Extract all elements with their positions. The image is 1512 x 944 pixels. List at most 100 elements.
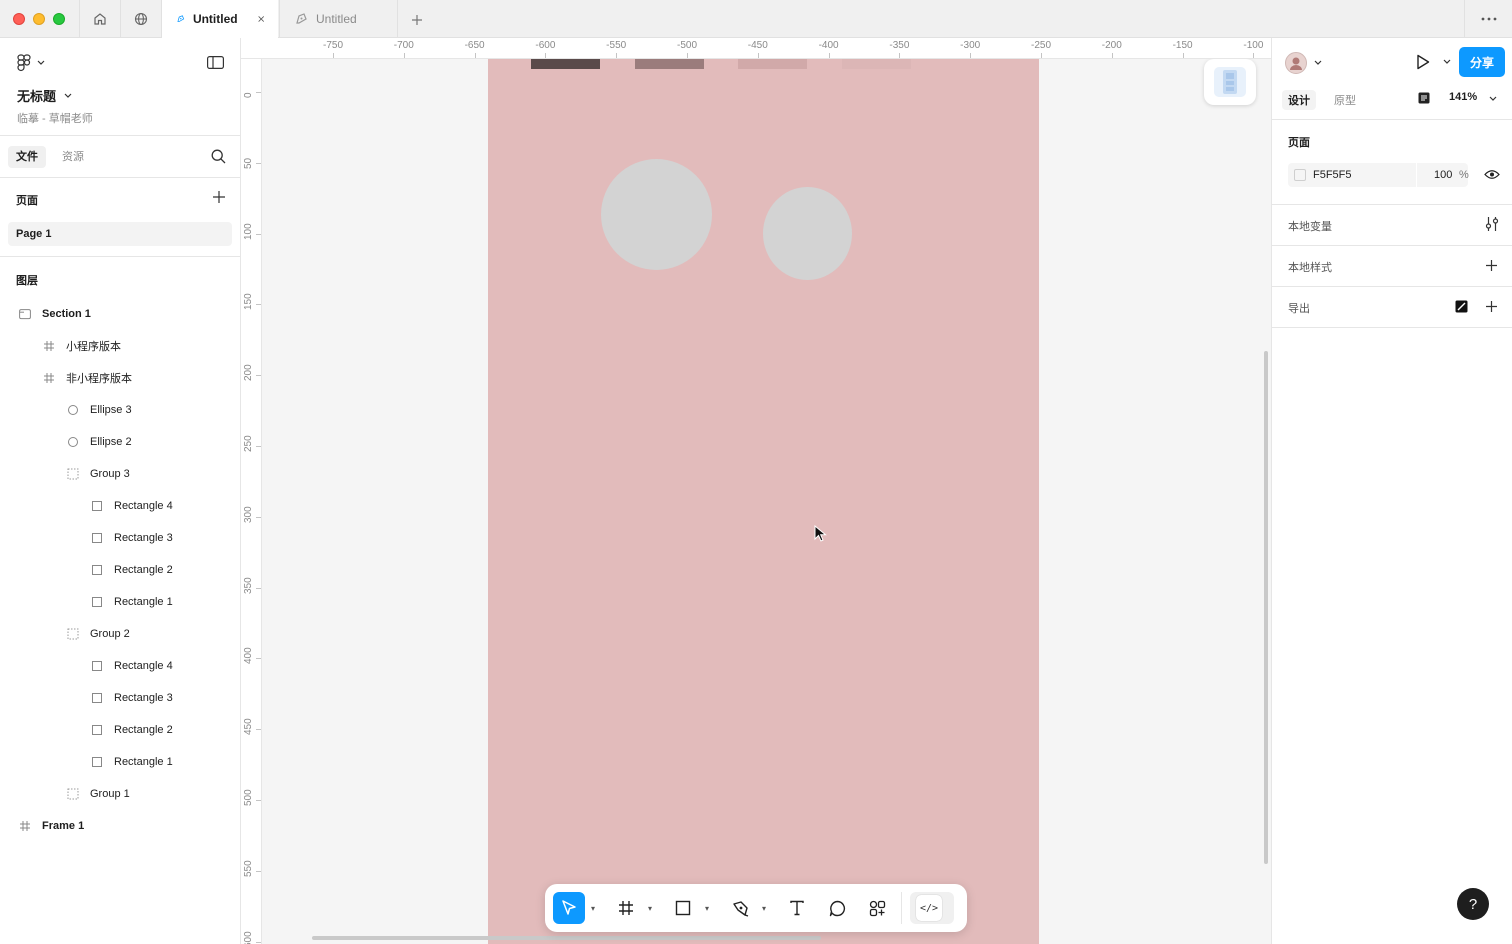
rectangle-icon [90, 563, 104, 577]
community-button[interactable] [120, 0, 160, 38]
chevron-down-icon[interactable]: ▾ [762, 904, 766, 913]
layer-item[interactable]: Rectangle 2 [90, 560, 173, 580]
home-button[interactable] [79, 0, 119, 38]
horizontal-scrollbar[interactable] [312, 936, 821, 940]
fill-opacity-value[interactable]: 100 [1434, 169, 1452, 181]
tab-files[interactable]: 文件 [8, 146, 46, 168]
export-settings-button[interactable] [1455, 300, 1468, 316]
layer-item[interactable]: Ellipse 2 [66, 432, 132, 452]
close-window-button[interactable] [13, 13, 25, 25]
layer-item[interactable]: Rectangle 3 [90, 688, 173, 708]
move-tool-button[interactable] [553, 892, 585, 924]
local-styles-label: 本地样式 [1288, 262, 1332, 274]
cursor-icon [814, 524, 827, 542]
minimize-window-button[interactable] [33, 13, 45, 25]
fill-hex-value[interactable]: F5F5F5 [1313, 169, 1352, 181]
layer-item[interactable]: Group 2 [66, 624, 130, 644]
page-item[interactable]: Page 1 [8, 222, 232, 246]
tab-untitled-active[interactable]: Untitled [161, 0, 278, 38]
minimap-button[interactable] [1204, 59, 1256, 105]
rectangle-1[interactable] [531, 59, 600, 69]
avatar[interactable] [1285, 52, 1307, 74]
group-icon [66, 787, 80, 801]
help-button[interactable]: ? [1457, 888, 1489, 920]
ellipse-icon [66, 435, 80, 449]
toggle-sidebar-button[interactable] [207, 56, 225, 72]
layer-label: Rectangle 1 [114, 596, 173, 608]
share-button[interactable]: 分享 [1459, 47, 1505, 77]
frame-tool-button[interactable] [610, 892, 642, 924]
tab-design[interactable]: 设计 [1282, 90, 1316, 110]
layer-item[interactable]: Rectangle 4 [90, 496, 173, 516]
ellipse-2[interactable] [763, 187, 852, 280]
layer-item[interactable]: Ellipse 3 [66, 400, 132, 420]
rectangle-tool-button[interactable] [667, 892, 699, 924]
ellipse-3[interactable] [601, 159, 712, 270]
frame-non-mini-program[interactable] [488, 59, 1039, 944]
layer-item[interactable]: Rectangle 2 [90, 720, 173, 740]
chevron-down-icon[interactable]: ▾ [705, 904, 709, 913]
tab-prototype[interactable]: 原型 [1328, 90, 1362, 110]
tab-untitled[interactable]: Untitled [279, 0, 398, 38]
main-menu-button[interactable] [17, 54, 45, 72]
file-project[interactable]: 临摹 - 草帽老师 [17, 110, 93, 126]
ruler-tick-label: -550 [606, 40, 627, 51]
divider [1416, 163, 1417, 187]
comment-tool-button[interactable] [821, 892, 853, 924]
open-variables-button[interactable] [1485, 216, 1499, 235]
layer-item[interactable]: Group 1 [66, 784, 130, 804]
text-tool-button[interactable] [781, 892, 813, 924]
more-options-button[interactable] [1464, 0, 1512, 38]
tab-assets[interactable]: 资源 [54, 146, 92, 168]
ruler-tick-label: 400 [243, 647, 254, 665]
vertical-scrollbar[interactable] [1264, 351, 1268, 864]
layer-item[interactable]: Rectangle 3 [90, 528, 173, 548]
search-layers-button[interactable] [211, 149, 226, 167]
ruler-tick [256, 162, 261, 164]
add-style-button[interactable] [1485, 259, 1498, 275]
layer-item[interactable]: Frame 1 [18, 816, 84, 836]
zoom-level[interactable]: 141% [1449, 91, 1477, 103]
add-export-button[interactable] [1485, 300, 1498, 316]
pen-tool-button[interactable] [724, 892, 756, 924]
dev-mode-toggle[interactable]: </> [910, 892, 954, 924]
chevron-down-icon[interactable]: ▾ [648, 904, 652, 913]
maximize-window-button[interactable] [53, 13, 65, 25]
group-icon [66, 627, 80, 641]
plus-icon [1486, 301, 1497, 312]
canvas[interactable]: ▾ ▾ ▾ ▾ </> [262, 59, 1271, 944]
ruler-tick [256, 941, 261, 943]
design-file-icon [296, 13, 307, 24]
new-tab-button[interactable] [406, 9, 428, 31]
page-fill-row[interactable]: F5F5F5 100 % [1288, 163, 1469, 187]
user-avatar-icon [1290, 57, 1302, 70]
present-button[interactable] [1416, 54, 1430, 73]
layer-item[interactable]: 非小程序版本 [42, 368, 132, 388]
right-panel: 分享 设计 原型 141% 页面 F5F5F5 100 % 本地变量 本地样式 … [1271, 38, 1512, 944]
color-swatch[interactable] [1294, 169, 1306, 181]
toggle-visibility-button[interactable] [1484, 169, 1500, 183]
ruler-tick-label: -500 [676, 40, 698, 51]
layer-item[interactable]: 小程序版本 [42, 336, 121, 356]
chevron-down-icon[interactable]: ▾ [591, 904, 595, 913]
export-label: 导出 [1288, 303, 1310, 315]
add-page-button[interactable] [212, 190, 226, 207]
layer-item[interactable]: Group 3 [66, 464, 130, 484]
ruler-tick [256, 304, 261, 306]
left-panel: 无标题 临摹 - 草帽老师 文件 资源 页面 Page 1 图层 Section… [0, 38, 241, 944]
file-title[interactable]: 无标题 [17, 86, 72, 105]
actions-tool-button[interactable] [861, 892, 893, 924]
layer-item[interactable]: Section 1 [18, 304, 91, 324]
sidebar-toggle-icon[interactable] [1418, 92, 1430, 107]
rectangle-4[interactable] [842, 59, 911, 69]
rectangle-2[interactable] [635, 59, 704, 69]
layer-item[interactable]: Rectangle 4 [90, 656, 173, 676]
rectangle-3[interactable] [738, 59, 807, 69]
frame-icon [619, 901, 633, 915]
ruler-tick [687, 53, 688, 58]
layer-item[interactable]: Rectangle 1 [90, 752, 173, 772]
toolbar-divider [901, 892, 902, 924]
local-styles-section: 本地样式 [1272, 246, 1512, 287]
layer-item[interactable]: Rectangle 1 [90, 592, 173, 612]
chevron-down-icon [37, 60, 45, 65]
